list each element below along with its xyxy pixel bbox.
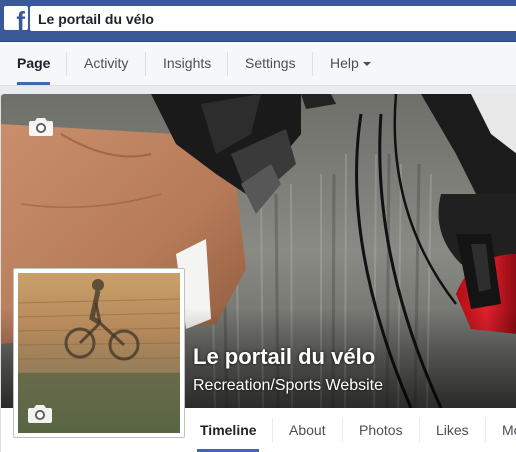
tab-page[interactable]: Page bbox=[17, 42, 51, 85]
nav-divider bbox=[145, 52, 146, 76]
tab-help-label: Help bbox=[330, 55, 359, 71]
tab-more[interactable]: Mo bbox=[502, 408, 516, 452]
profile-picture-image bbox=[18, 273, 180, 433]
profile-camera-icon[interactable] bbox=[28, 403, 52, 423]
chevron-down-icon bbox=[362, 62, 371, 67]
top-bar: f bbox=[0, 0, 516, 42]
tab-divider bbox=[485, 418, 486, 442]
tab-divider bbox=[419, 418, 420, 442]
page-category[interactable]: Recreation/Sports Website bbox=[193, 377, 383, 395]
nav-divider bbox=[312, 52, 313, 76]
timeline-tabs: Timeline About Photos Likes Mo bbox=[185, 408, 516, 452]
profile-picture[interactable] bbox=[13, 268, 185, 438]
nav-divider bbox=[66, 52, 67, 76]
tab-photos[interactable]: Photos bbox=[359, 408, 403, 452]
tab-activity[interactable]: Activity bbox=[84, 42, 128, 85]
page-title[interactable]: Le portail du vélo bbox=[193, 344, 375, 370]
tab-insights[interactable]: Insights bbox=[163, 42, 211, 85]
facebook-logo-letter: f bbox=[16, 6, 25, 30]
facebook-logo-icon[interactable]: f bbox=[4, 6, 28, 30]
cover-camera-icon[interactable] bbox=[29, 116, 53, 136]
tab-likes[interactable]: Likes bbox=[436, 408, 469, 452]
search-input[interactable] bbox=[30, 6, 516, 31]
tab-help[interactable]: Help bbox=[330, 42, 371, 85]
tab-timeline[interactable]: Timeline bbox=[200, 408, 257, 452]
tab-settings[interactable]: Settings bbox=[245, 42, 296, 85]
tab-divider bbox=[272, 418, 273, 442]
tab-about[interactable]: About bbox=[289, 408, 326, 452]
nav-divider bbox=[227, 52, 228, 76]
tab-divider bbox=[342, 418, 343, 442]
page-nav: Page Activity Insights Settings Help bbox=[0, 42, 516, 86]
